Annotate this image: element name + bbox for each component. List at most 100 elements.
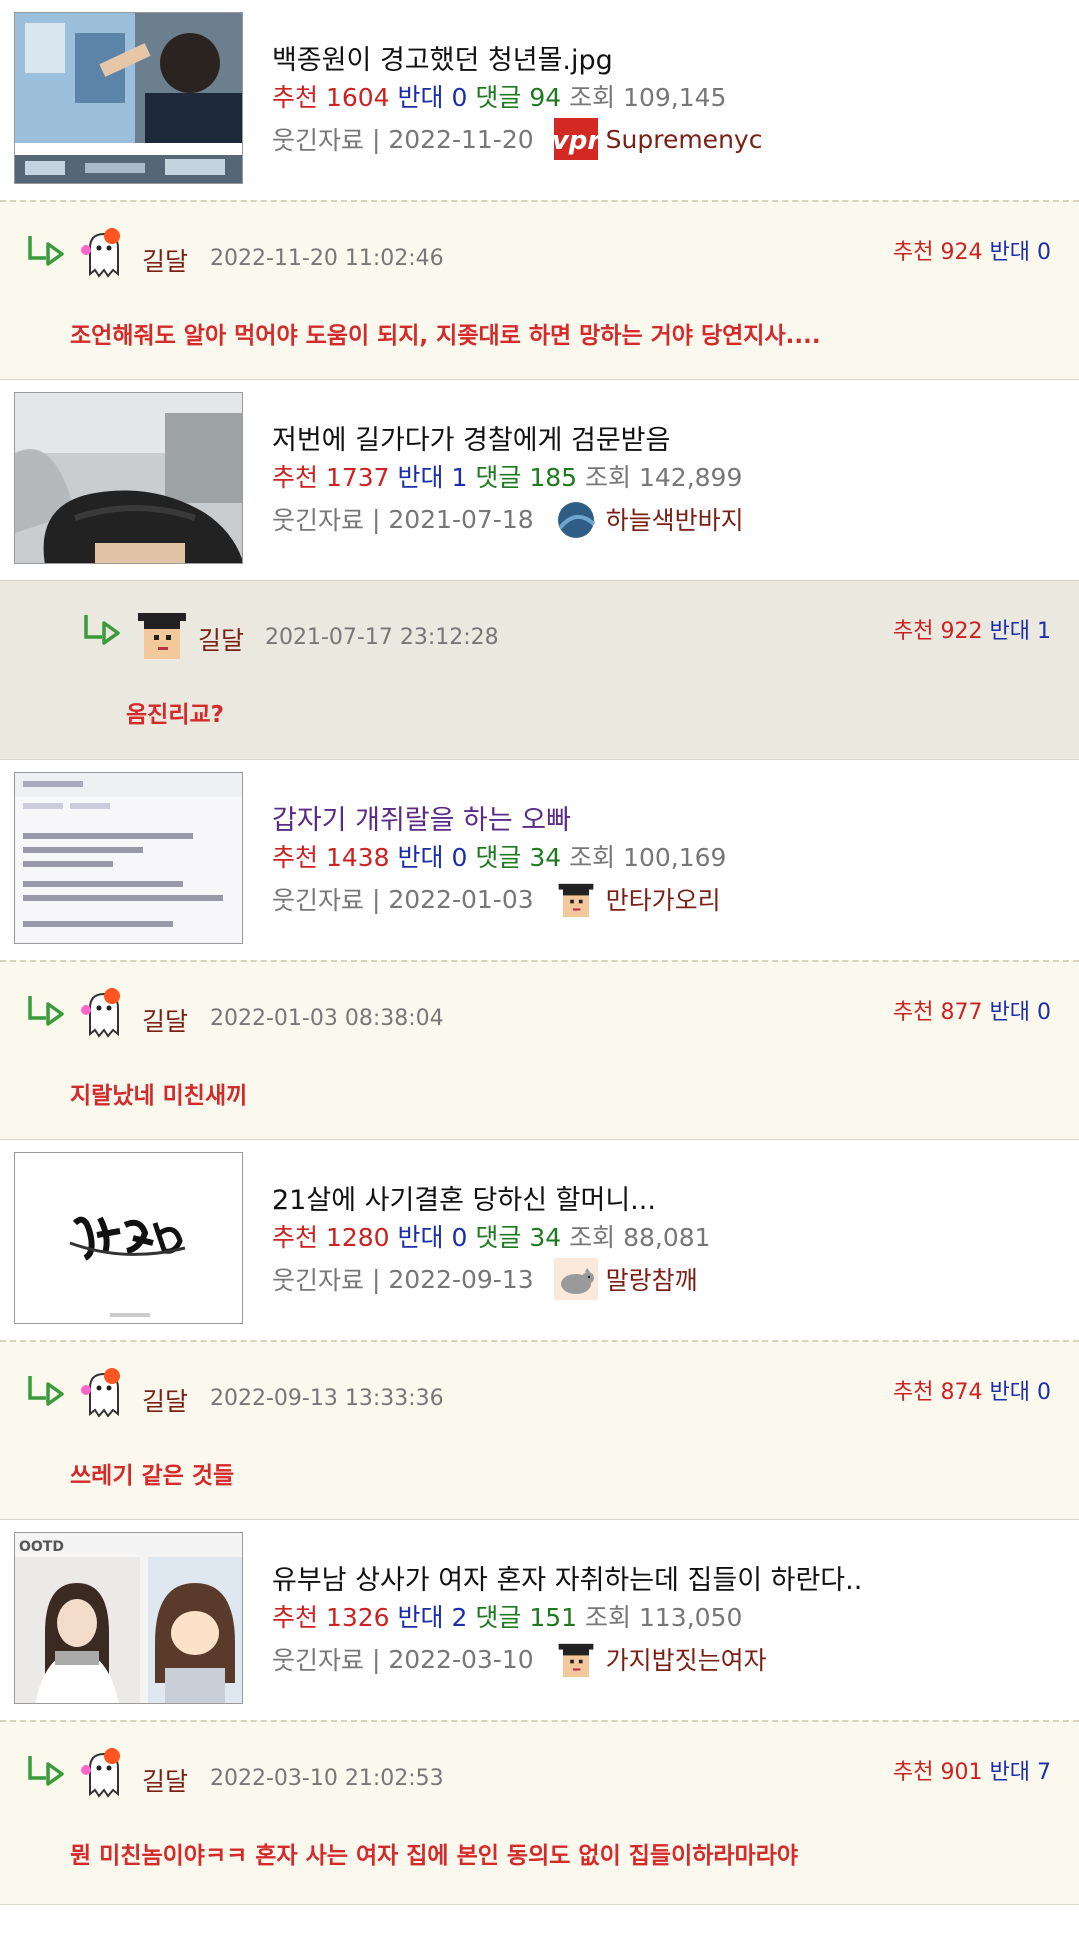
oppose-label: 반대 xyxy=(397,463,444,492)
post-date: 2021-07-18 xyxy=(388,504,534,534)
post-item[interactable]: 저번에 길가다가 경찰에게 검문받음 추천 1737 반대 1 댓글 185 조… xyxy=(0,380,1079,580)
comment-author[interactable]: 길달 xyxy=(142,242,188,278)
comment-label: 댓글 xyxy=(475,843,522,872)
post-title[interactable]: 백종원이 경고했던 청년몰.jpg xyxy=(272,38,613,77)
post-author[interactable]: 가지밥짓는여자 xyxy=(606,1641,767,1677)
comment-datetime: 2022-11-20 11:02:46 xyxy=(210,246,444,271)
recommend-count: 1326 xyxy=(325,1603,390,1632)
oppose-label: 반대 xyxy=(397,83,444,112)
oppose-label: 반대 xyxy=(989,1380,1030,1405)
recommend-label: 추천 xyxy=(893,240,934,265)
ghost-avatar-icon xyxy=(81,1368,120,1418)
photo-top-of-head xyxy=(15,393,242,563)
recommend-count: 1438 xyxy=(325,843,390,872)
post-thumbnail[interactable] xyxy=(14,392,243,564)
post-thumbnail[interactable] xyxy=(14,1152,243,1324)
comment-author[interactable]: 길달 xyxy=(142,1002,188,1038)
oppose-count: 2 xyxy=(451,1603,468,1632)
comment-text: 옴진리교? xyxy=(126,702,224,728)
recommend-count: 1280 xyxy=(325,1223,390,1252)
recommend-label: 추천 xyxy=(272,463,319,492)
ootd-text: OOTD xyxy=(19,1539,64,1555)
reply-arrow-icon xyxy=(84,615,120,645)
oppose-count: 1 xyxy=(1037,619,1051,644)
recommend-count: 1737 xyxy=(325,463,390,492)
meta-separator: | xyxy=(364,884,389,914)
views-label: 조회 xyxy=(569,843,616,872)
reply-arrow-icon xyxy=(28,1756,64,1786)
meta-separator: | xyxy=(364,504,389,534)
photo-man-pointing-at-screen xyxy=(15,13,242,183)
oppose-label: 반대 xyxy=(989,1760,1030,1785)
views-count: 100,169 xyxy=(623,843,727,872)
meta-separator: | xyxy=(364,124,389,154)
post-author[interactable]: 말랑참깨 xyxy=(606,1261,698,1297)
comment-author[interactable]: 길달 xyxy=(142,1762,188,1798)
post-title[interactable]: 갑자기 개쥐랄을 하는 오빠 xyxy=(272,798,571,837)
chat-screenshot xyxy=(15,773,242,943)
post-meta: 웃긴자료 | 2022-11-20 vpr Supremenyc xyxy=(272,118,762,160)
comment-text: 조언해줘도 알아 먹어야 도움이 되지, 지좆대로 하면 망하는 거야 당연지사… xyxy=(70,323,821,349)
comment-count: 94 xyxy=(529,83,562,112)
post-category[interactable]: 웃긴자료 xyxy=(272,121,364,157)
oppose-count: 0 xyxy=(451,1223,468,1252)
oppose-count: 0 xyxy=(1037,1380,1051,1405)
svg-text:vpr: vpr xyxy=(554,126,598,156)
post-title[interactable]: 21살에 사기결혼 당하신 할머니... xyxy=(272,1178,656,1217)
recommend-count: 901 xyxy=(940,1760,983,1785)
post-category[interactable]: 웃긴자료 xyxy=(272,1641,364,1677)
post-author[interactable]: Supremenyc xyxy=(606,125,763,154)
graduate-avatar-icon xyxy=(558,883,594,918)
post-stats: 추천 1737 반대 1 댓글 185 조회 142,899 xyxy=(272,458,742,494)
post-title[interactable]: 유부남 상사가 여자 혼자 자취하는데 집들이 하란다.. xyxy=(272,1558,862,1597)
post-thumbnail[interactable] xyxy=(14,772,243,944)
comment-text: 지랄났네 미친새끼 xyxy=(70,1083,248,1109)
best-comment: 길달 2021-07-17 23:12:28 추천 922 반대 1 옴진리교? xyxy=(0,580,1079,760)
post-item[interactable]: 21살에 사기결혼 당하신 할머니... 추천 1280 반대 0 댓글 34 … xyxy=(0,1140,1079,1340)
post-item[interactable]: 갑자기 개쥐랄을 하는 오빠 추천 1438 반대 0 댓글 34 조회 100… xyxy=(0,760,1079,960)
post-item[interactable]: 백종원이 경고했던 청년몰.jpg 추천 1604 반대 0 댓글 94 조회 … xyxy=(0,0,1079,200)
post-thumbnail[interactable] xyxy=(14,12,243,184)
views-count: 113,050 xyxy=(638,1603,743,1632)
post-author[interactable]: 만타가오리 xyxy=(606,881,721,917)
post-item[interactable]: OOTD 유부남 상사가 여자 혼자 자취하는데 집들이 하란다.. 추천 13… xyxy=(0,1520,1079,1720)
views-label: 조회 xyxy=(569,1223,616,1252)
post-category[interactable]: 웃긴자료 xyxy=(272,1261,364,1297)
post-author[interactable]: 하늘색반바지 xyxy=(606,501,744,537)
oppose-count: 0 xyxy=(1037,1000,1051,1025)
views-count: 109,145 xyxy=(623,83,727,112)
post-title[interactable]: 저번에 길가다가 경찰에게 검문받음 xyxy=(272,418,670,457)
post-stats: 추천 1438 반대 0 댓글 34 조회 100,169 xyxy=(272,838,726,874)
views-count: 88,081 xyxy=(623,1223,711,1252)
meta-separator: | xyxy=(364,1644,389,1674)
recommend-label: 추천 xyxy=(893,1760,934,1785)
recommend-count: 924 xyxy=(940,240,983,265)
ghost-avatar-icon xyxy=(81,988,120,1038)
reply-arrow-icon xyxy=(28,236,64,266)
ghost-avatar-icon xyxy=(81,1748,120,1798)
oppose-count: 0 xyxy=(451,843,468,872)
post-thumbnail[interactable]: OOTD xyxy=(14,1532,243,1704)
comment-text: 쓰레기 같은 것들 xyxy=(70,1463,235,1489)
ghost-avatar-icon xyxy=(81,228,120,278)
recommend-label: 추천 xyxy=(893,1380,934,1405)
oppose-count: 0 xyxy=(1037,240,1051,265)
reply-arrow-icon xyxy=(28,996,64,1026)
comment-votes: 추천 874 반대 0 xyxy=(893,1374,1051,1406)
post-stats: 추천 1604 반대 0 댓글 94 조회 109,145 xyxy=(272,78,726,114)
post-category[interactable]: 웃긴자료 xyxy=(272,501,364,537)
post-category[interactable]: 웃긴자료 xyxy=(272,881,364,917)
comment-votes: 추천 901 반대 7 xyxy=(893,1754,1051,1786)
meta-separator: | xyxy=(364,1264,389,1294)
oppose-count: 1 xyxy=(451,463,468,492)
recommend-count: 874 xyxy=(940,1380,983,1405)
comment-author[interactable]: 길달 xyxy=(142,1382,188,1418)
oppose-label: 반대 xyxy=(989,619,1030,644)
comment-label: 댓글 xyxy=(475,1603,522,1632)
comment-count: 185 xyxy=(529,463,578,492)
recommend-label: 추천 xyxy=(272,843,319,872)
calligraphy-image xyxy=(15,1153,242,1323)
comment-author[interactable]: 길달 xyxy=(198,621,244,657)
post-meta: 웃긴자료 | 2022-03-10 가지밥짓는여자 xyxy=(272,1638,767,1680)
recommend-count: 877 xyxy=(940,1000,983,1025)
